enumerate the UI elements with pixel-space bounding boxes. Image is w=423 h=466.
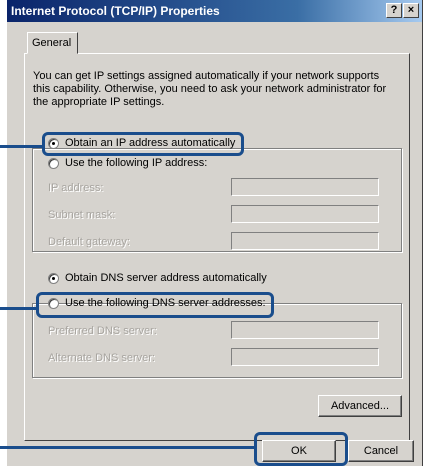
- cancel-button[interactable]: Cancel: [348, 440, 414, 462]
- obtain-dns-auto-label: Obtain DNS server address automatically: [65, 272, 267, 284]
- obtain-dns-auto-radio[interactable]: Obtain DNS server address automatically: [48, 272, 267, 284]
- advanced-button[interactable]: Advanced...: [318, 395, 402, 417]
- radio-selected-icon: [48, 272, 59, 284]
- highlight-ok: [254, 432, 348, 466]
- alternate-dns-field[interactable]: [231, 348, 379, 366]
- title-bar[interactable]: Internet Protocol (TCP/IP) Properties ? …: [7, 0, 422, 22]
- window-title: Internet Protocol (TCP/IP) Properties: [11, 4, 220, 18]
- tab-general-label: General: [32, 37, 72, 49]
- ip-address-label: IP address:: [48, 182, 104, 194]
- default-gateway-label: Default gateway:: [48, 236, 130, 248]
- highlight-use-dns: [36, 292, 274, 318]
- preferred-dns-label: Preferred DNS server:: [48, 325, 157, 337]
- radio-icon: [48, 157, 59, 169]
- advanced-button-label: Advanced...: [330, 400, 390, 412]
- cancel-button-label: Cancel: [363, 445, 399, 457]
- intro-text: You can get IP settings assigned automat…: [33, 70, 387, 108]
- default-gateway-field[interactable]: [231, 232, 379, 250]
- callout-line-dns: [0, 307, 38, 310]
- callout-line-ok: [0, 446, 254, 449]
- subnet-mask-field[interactable]: [231, 205, 379, 223]
- callout-line-ip: [0, 145, 44, 148]
- highlight-obtain-ip: [42, 132, 244, 156]
- preferred-dns-field[interactable]: [231, 321, 379, 339]
- use-ip-label: Use the following IP address:: [65, 157, 208, 169]
- ip-address-field[interactable]: [231, 178, 379, 196]
- use-ip-radio[interactable]: Use the following IP address:: [48, 157, 207, 169]
- close-button[interactable]: ×: [403, 3, 419, 18]
- help-button[interactable]: ?: [386, 3, 402, 18]
- tab-general[interactable]: General: [27, 32, 78, 54]
- subnet-mask-label: Subnet mask:: [48, 209, 116, 221]
- alternate-dns-label: Alternate DNS server:: [48, 352, 155, 364]
